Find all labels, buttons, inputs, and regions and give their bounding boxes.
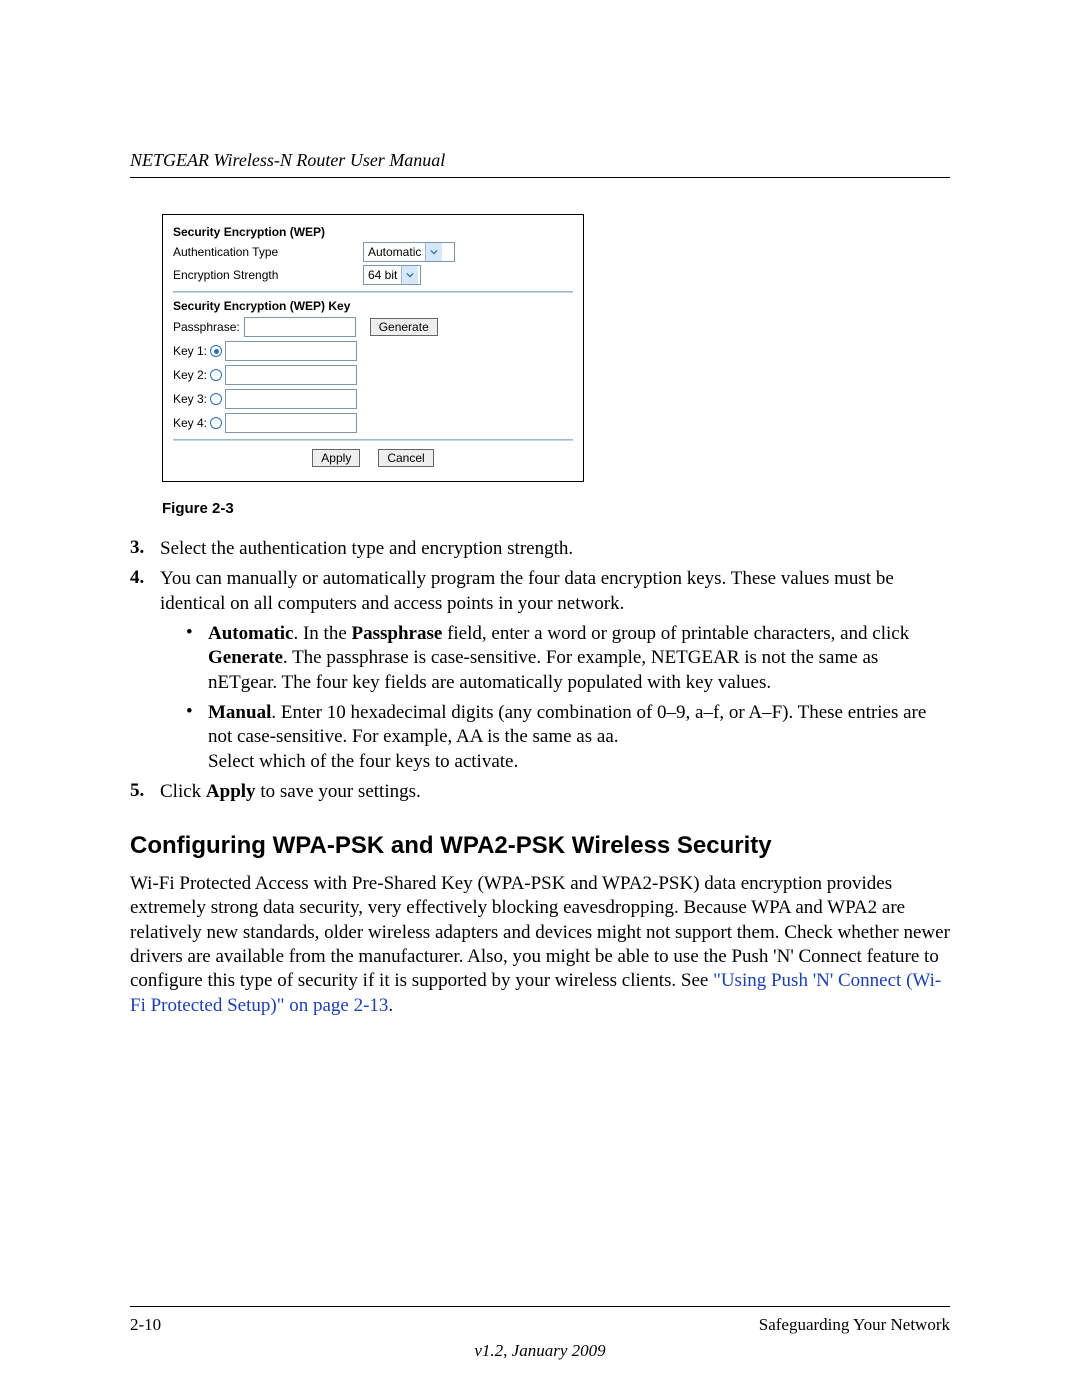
key4-input[interactable] <box>225 413 357 433</box>
figure-caption: Figure 2-3 <box>162 500 950 517</box>
cancel-button[interactable]: Cancel <box>378 449 433 467</box>
key2-input[interactable] <box>225 365 357 385</box>
key1-label: Key 1: <box>173 344 207 358</box>
key3-label: Key 3: <box>173 392 207 406</box>
generate-button[interactable]: Generate <box>370 318 438 336</box>
key4-label: Key 4: <box>173 416 207 430</box>
key3-input[interactable] <box>225 389 357 409</box>
key2-label: Key 2: <box>173 368 207 382</box>
bullet-icon: • <box>186 701 208 774</box>
auth-type-select[interactable]: Automatic <box>363 242 455 262</box>
enc-strength-label: Encryption Strength <box>173 268 363 282</box>
enc-strength-value: 64 bit <box>364 268 401 282</box>
separator <box>173 291 573 293</box>
bullet-text: Automatic. In the Passphrase field, ente… <box>208 622 950 695</box>
wep-settings-screenshot: Security Encryption (WEP) Authentication… <box>162 214 584 482</box>
header-rule <box>130 177 950 178</box>
chevron-down-icon[interactable] <box>401 266 418 284</box>
footer-rule <box>130 1306 950 1307</box>
separator <box>173 439 573 441</box>
key1-radio[interactable] <box>210 345 222 357</box>
step-text: Select the authentication type and encry… <box>160 537 950 561</box>
wep-section-title: Security Encryption (WEP) <box>173 225 573 239</box>
section-paragraph: Wi-Fi Protected Access with Pre-Shared K… <box>130 872 950 1018</box>
step-text: Click Apply to save your settings. <box>160 780 950 804</box>
step-number: 4. <box>130 567 160 616</box>
key1-input[interactable] <box>225 341 357 361</box>
key3-radio[interactable] <box>210 393 222 405</box>
section-heading: Configuring WPA-PSK and WPA2-PSK Wireles… <box>130 832 950 860</box>
key2-radio[interactable] <box>210 369 222 381</box>
auth-type-label: Authentication Type <box>173 245 363 259</box>
apply-button[interactable]: Apply <box>312 449 360 467</box>
header-title: NETGEAR Wireless-N Router User Manual <box>130 150 950 171</box>
passphrase-label: Passphrase: <box>173 320 240 334</box>
step-text: You can manually or automatically progra… <box>160 567 950 616</box>
bullet-icon: • <box>186 622 208 695</box>
chevron-down-icon[interactable] <box>425 243 442 261</box>
step-number: 5. <box>130 780 160 804</box>
bullet-text: Manual. Enter 10 hexadecimal digits (any… <box>208 701 950 774</box>
wep-key-section-title: Security Encryption (WEP) Key <box>173 299 573 313</box>
version-line: v1.2, January 2009 <box>0 1341 1080 1361</box>
chapter-title: Safeguarding Your Network <box>759 1315 950 1335</box>
page-number: 2-10 <box>130 1315 161 1335</box>
auth-type-value: Automatic <box>364 245 425 259</box>
step-number: 3. <box>130 537 160 561</box>
key4-radio[interactable] <box>210 417 222 429</box>
enc-strength-select[interactable]: 64 bit <box>363 265 421 285</box>
passphrase-input[interactable] <box>244 317 356 337</box>
